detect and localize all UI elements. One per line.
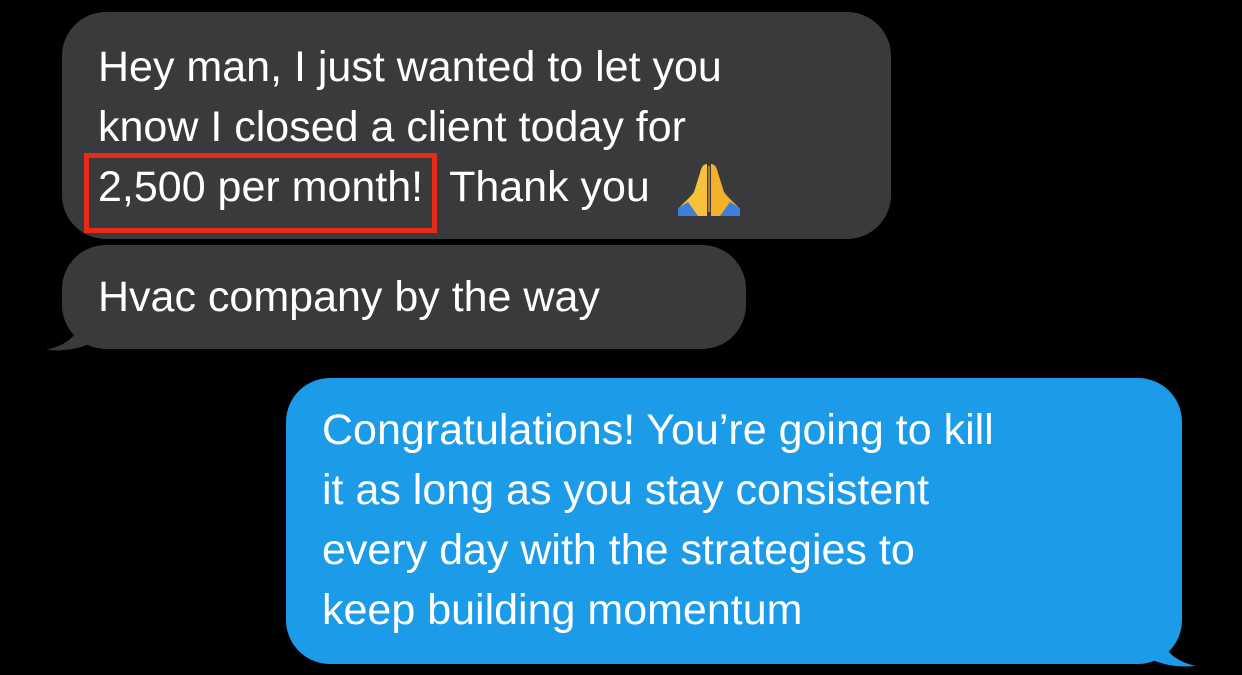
message-line-highlighted: 2,500 per month! Thank you: [84, 153, 891, 233]
highlighted-amount: 2,500 per month!: [84, 153, 438, 233]
message-line: it as long as you stay consistent: [322, 466, 930, 514]
message-line: Hvac company by the way: [98, 273, 600, 321]
incoming-message-bubble[interactable]: Hey man, I just wanted to let you know I…: [62, 12, 891, 239]
trailing-text: Thank you: [449, 163, 650, 211]
folded-hands-icon: [677, 163, 740, 216]
message-line: Congratulations! You’re going to kill: [322, 406, 994, 454]
message-line: know I closed a client today for: [98, 103, 686, 151]
message-line: keep building momentum: [322, 586, 803, 634]
highlighted-amount-text: 2,500 per month!: [98, 163, 424, 211]
incoming-message-bubble[interactable]: Hvac company by the way: [62, 245, 746, 349]
outgoing-message-bubble[interactable]: Congratulations! You’re going to kill it…: [286, 378, 1182, 664]
message-thread: Hey man, I just wanted to let you know I…: [0, 0, 1242, 675]
message-line: every day with the strategies to: [322, 526, 915, 574]
message-line: Hey man, I just wanted to let you: [98, 43, 722, 91]
